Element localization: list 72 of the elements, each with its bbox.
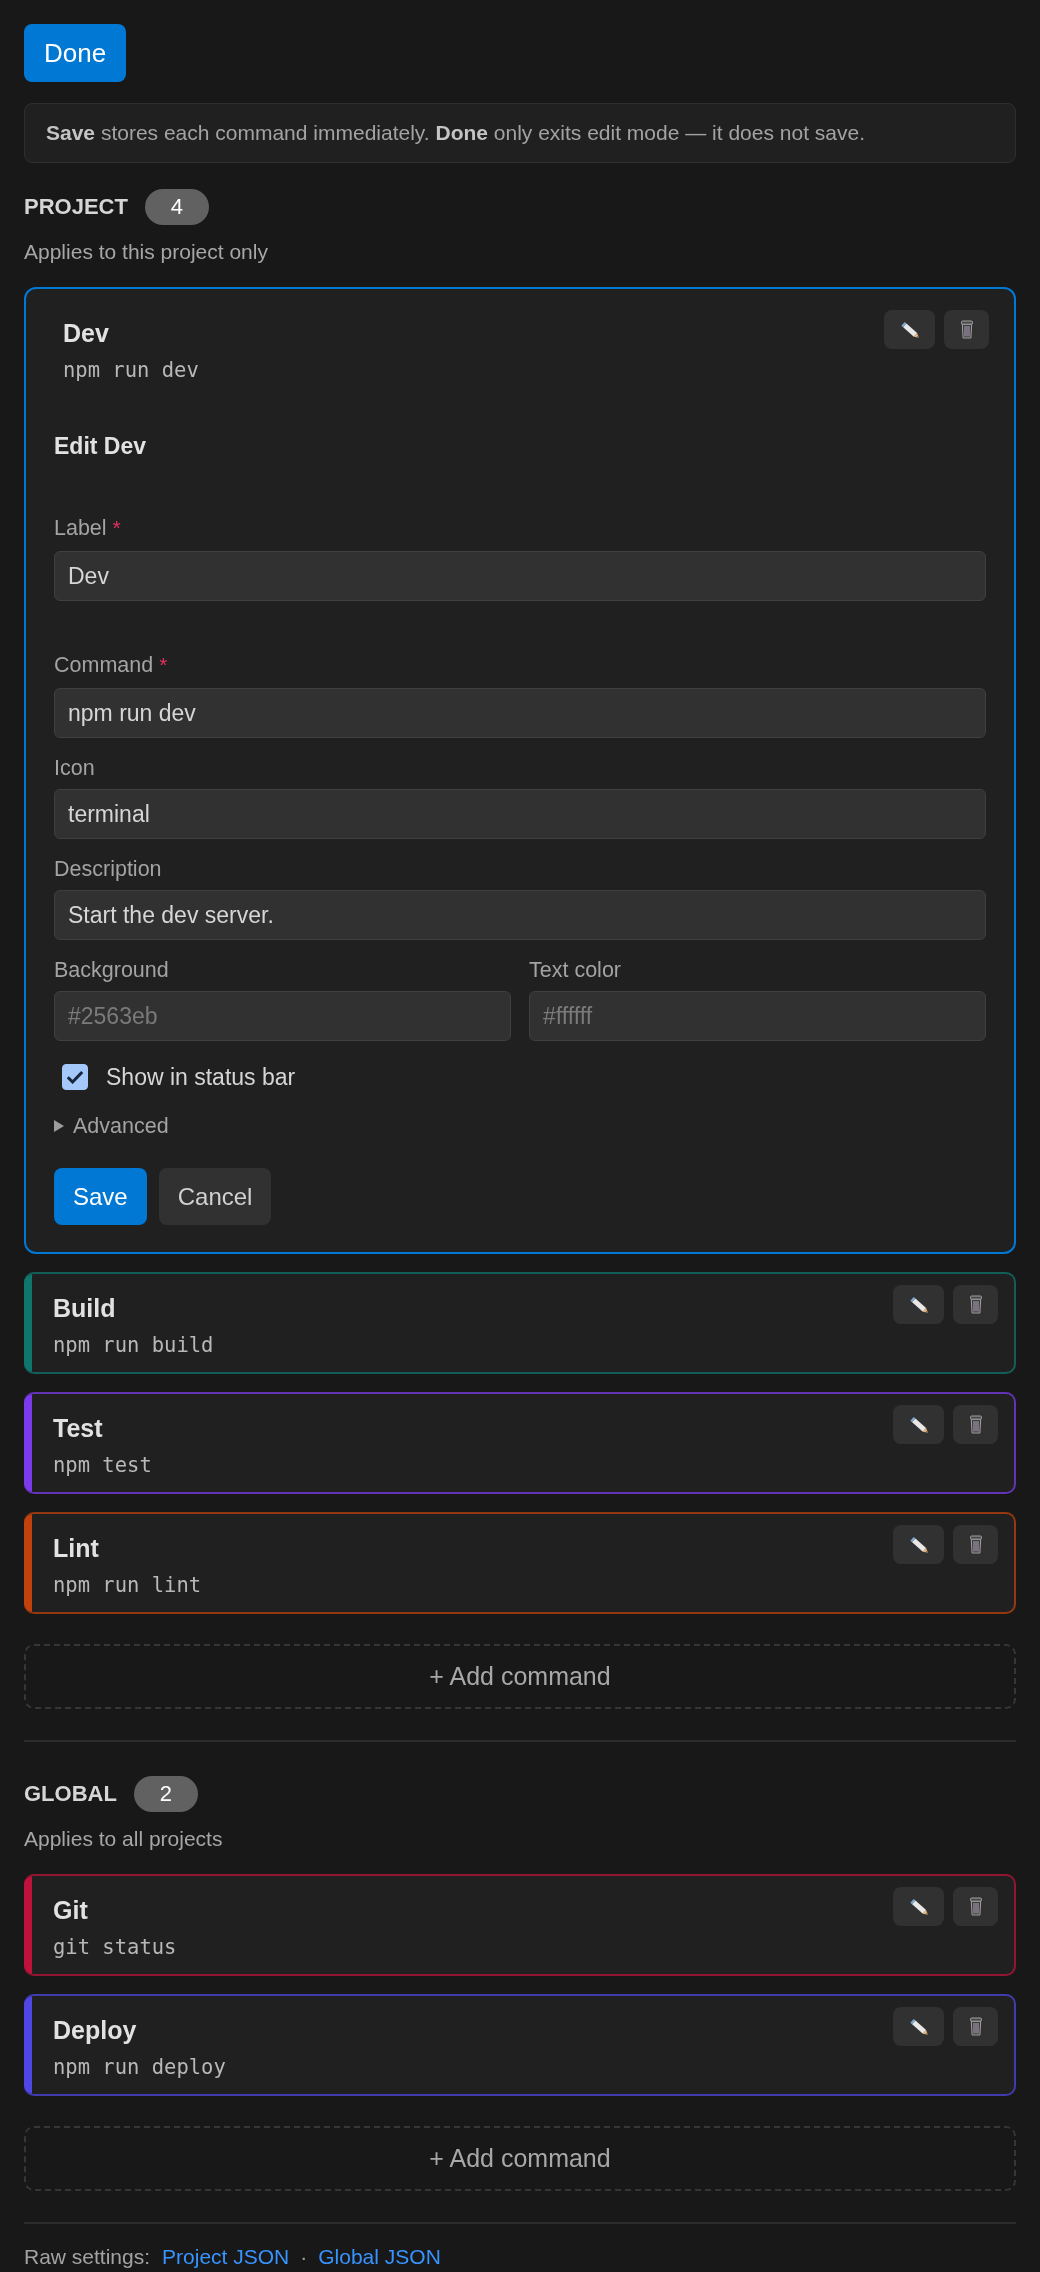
editor-heading: Edit Dev — [54, 432, 147, 461]
pencil-icon — [908, 2017, 929, 2036]
trash-icon — [969, 1295, 982, 1314]
text-field[interactable]: Dev — [54, 551, 986, 601]
command-title: Deploy — [53, 2015, 137, 2046]
pencil-icon — [908, 1897, 929, 1916]
field-label: Command — [54, 652, 154, 678]
trash-icon — [969, 1535, 982, 1554]
count-badge: 2 — [133, 1776, 198, 1812]
edit-button[interactable] — [884, 310, 935, 349]
edit-button[interactable] — [893, 1887, 944, 1926]
command-text: npm test — [53, 1452, 152, 1479]
json-link[interactable]: Global JSON — [318, 2244, 441, 2270]
add-command-button[interactable]: + Add command — [24, 1644, 1016, 1709]
save-button[interactable]: Save — [54, 1168, 147, 1225]
count-badge: 4 — [144, 189, 209, 225]
section-title: GLOBAL — [24, 1780, 117, 1808]
delete-button[interactable] — [953, 1285, 998, 1324]
done-button[interactable]: Done — [24, 24, 127, 82]
json-link[interactable]: Project JSON — [162, 2244, 290, 2270]
pencil-icon — [908, 1295, 929, 1314]
checkbox[interactable] — [62, 1064, 88, 1090]
trash-icon — [969, 2017, 982, 2036]
command-title: Lint — [53, 1533, 99, 1564]
command-title: Test — [53, 1413, 103, 1444]
edit-button[interactable] — [893, 2007, 944, 2046]
delete-button[interactable] — [953, 2007, 998, 2046]
pencil-icon — [908, 1415, 929, 1434]
command-text: npm run dev — [63, 357, 199, 384]
required-mark: * — [112, 515, 121, 541]
checkbox-label: Show in status bar — [106, 1064, 296, 1090]
text-field[interactable]: Start the dev server. — [54, 890, 986, 940]
command-text: npm run deploy — [53, 2054, 226, 2081]
trash-icon — [960, 320, 973, 339]
command-text: git status — [53, 1934, 177, 1961]
cancel-button[interactable]: Cancel — [158, 1168, 272, 1225]
field-label: Text color — [529, 957, 621, 983]
checkmark-icon — [66, 1070, 84, 1084]
pencil-icon — [899, 320, 920, 339]
link-separator: · — [300, 2244, 308, 2270]
edit-button[interactable] — [893, 1525, 944, 1564]
field-label: Label — [54, 515, 107, 541]
trash-icon — [969, 1415, 982, 1434]
delete-button[interactable] — [953, 1525, 998, 1564]
footer-label: Raw settings: — [24, 2244, 151, 2270]
caret-icon — [54, 1120, 64, 1132]
field-label: Icon — [54, 755, 95, 781]
text-field[interactable]: terminal — [54, 789, 986, 839]
advanced-toggle[interactable]: Advanced — [54, 1113, 169, 1139]
command-title: Build — [53, 1293, 116, 1324]
edit-button[interactable] — [893, 1405, 944, 1444]
section-description: Applies to this project only — [24, 239, 268, 265]
required-mark: * — [159, 652, 168, 678]
command-title: Git — [53, 1895, 88, 1926]
field-label: Description — [54, 856, 162, 882]
add-command-button[interactable]: + Add command — [24, 2126, 1016, 2191]
trash-icon — [969, 1897, 982, 1916]
delete-button[interactable] — [944, 310, 989, 349]
color-field[interactable]: #2563eb — [54, 991, 511, 1041]
pencil-icon — [908, 1535, 929, 1554]
delete-button[interactable] — [953, 1405, 998, 1444]
command-text: npm run build — [53, 1332, 214, 1359]
text-field[interactable]: npm run dev — [54, 688, 986, 738]
edit-button[interactable] — [893, 1285, 944, 1324]
command-title: Dev — [63, 318, 109, 349]
command-text: npm run lint — [53, 1572, 202, 1599]
info-banner: Save stores each command immediately. Done only exits edit mode — it does not save. — [24, 103, 1016, 163]
color-field[interactable]: #ffffff — [529, 991, 986, 1041]
section-description: Applies to all projects — [24, 1826, 223, 1852]
field-label: Background — [54, 957, 169, 983]
delete-button[interactable] — [953, 1887, 998, 1926]
section-title: PROJECT — [24, 193, 128, 221]
